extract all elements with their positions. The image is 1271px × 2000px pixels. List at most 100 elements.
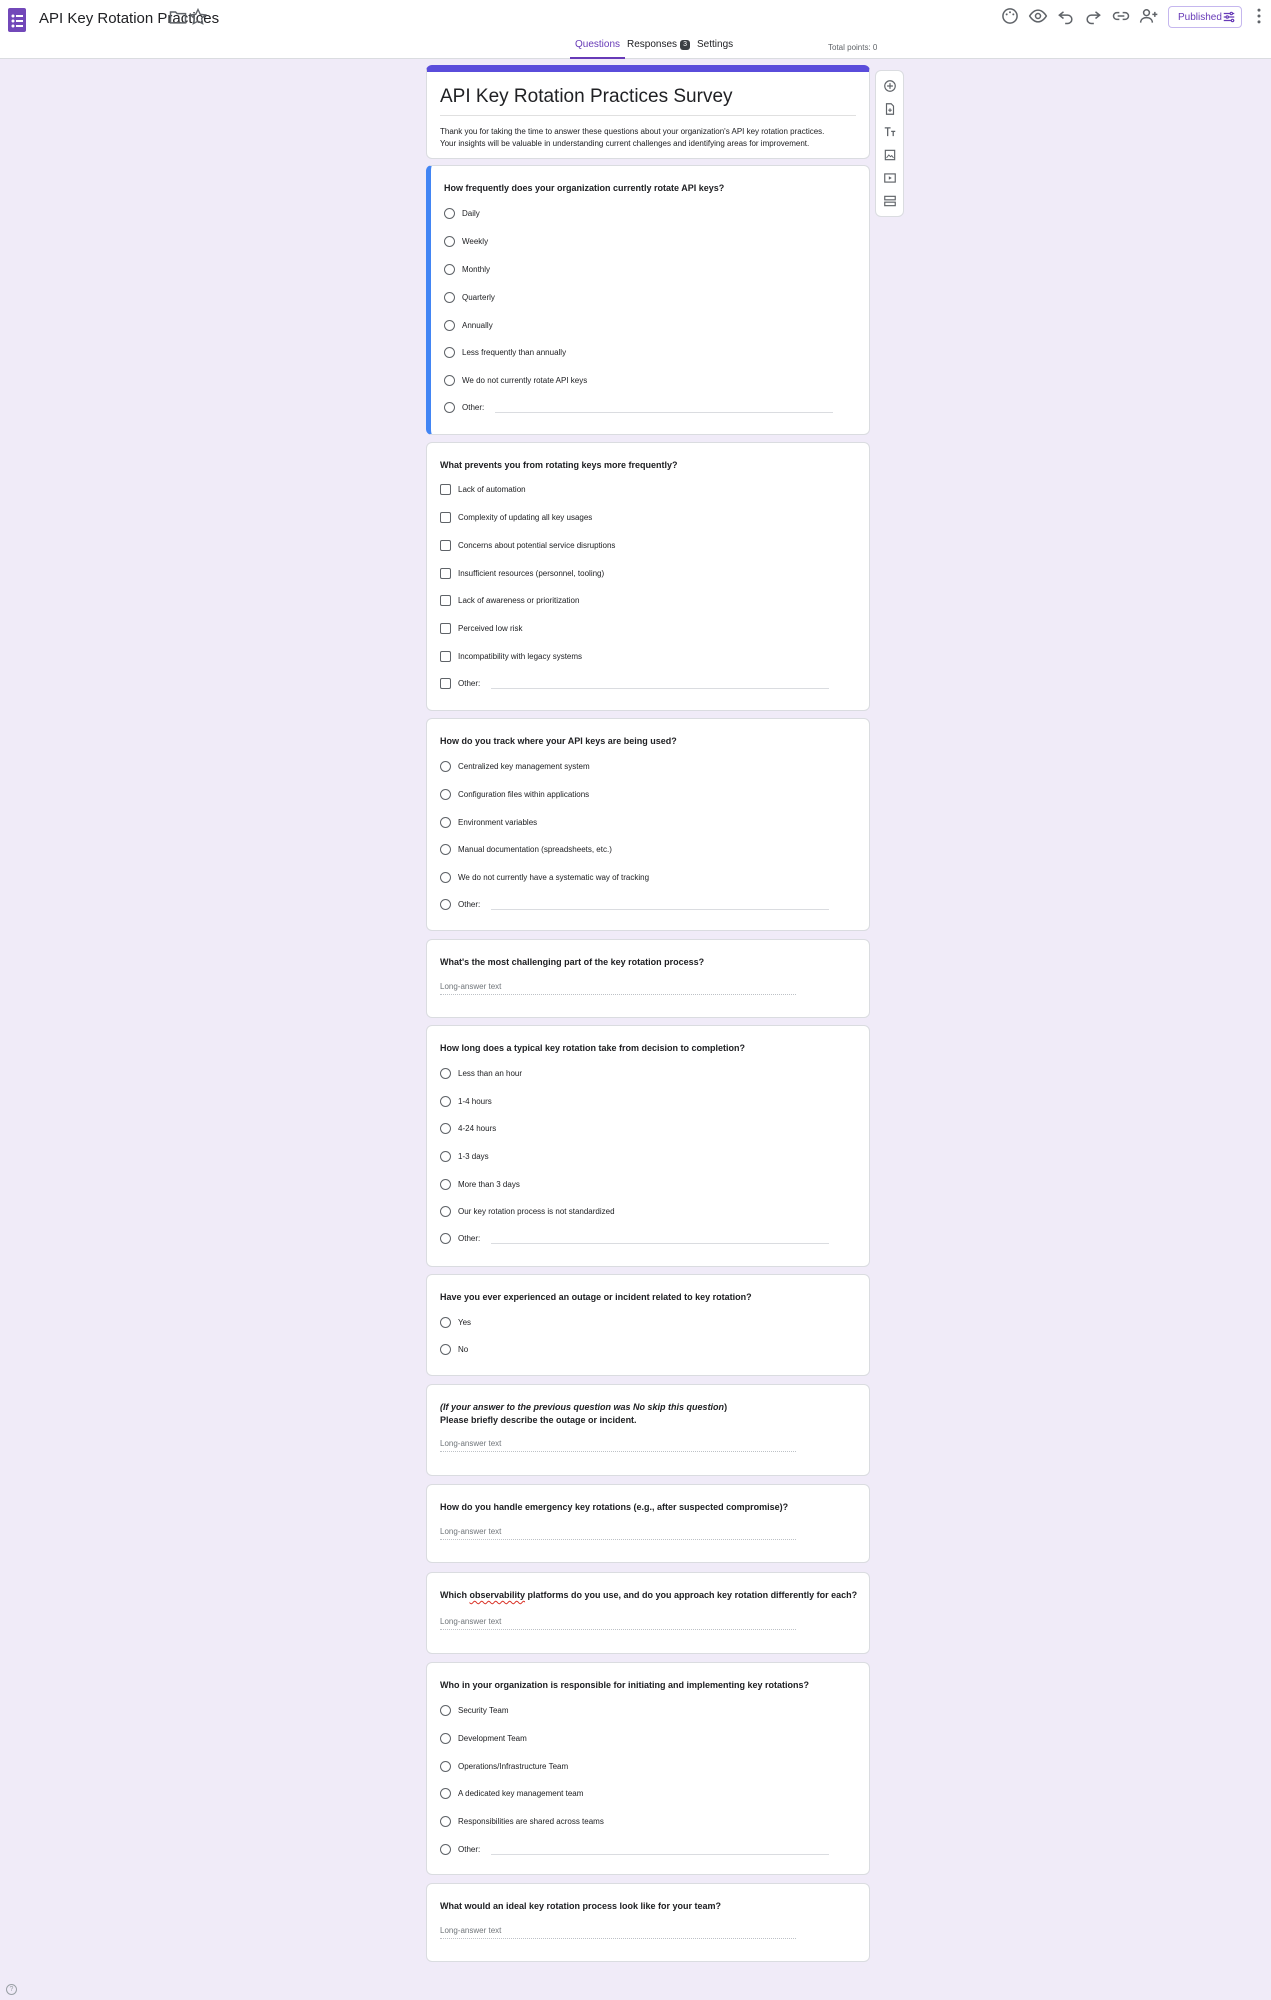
checkbox-option-other[interactable]: Other: — [440, 676, 480, 690]
other-input[interactable] — [491, 688, 829, 689]
checkbox[interactable] — [440, 622, 451, 634]
question-card-rotation-duration[interactable]: How long does a typical key rotation tak… — [426, 1025, 870, 1267]
add-section-icon[interactable] — [883, 194, 897, 208]
radio-button[interactable] — [440, 1815, 451, 1827]
long-answer-placeholder[interactable]: Long-answer text — [440, 1926, 501, 1935]
radio-option[interactable]: No — [440, 1342, 468, 1356]
radio-button[interactable] — [440, 1122, 451, 1134]
checkbox-option[interactable]: Complexity of updating all key usages — [440, 510, 592, 524]
radio-option[interactable]: Centralized key management system — [440, 759, 590, 773]
radio-button[interactable] — [440, 1095, 451, 1107]
checkbox[interactable] — [440, 511, 451, 523]
checkbox-option[interactable]: Insufficient resources (personnel, tooli… — [440, 566, 604, 580]
other-input[interactable] — [491, 1243, 829, 1244]
checkbox-option[interactable]: Perceived low risk — [440, 621, 522, 635]
checkbox[interactable] — [440, 567, 451, 579]
undo-icon[interactable] — [1054, 4, 1078, 28]
radio-option[interactable]: Daily — [444, 206, 480, 220]
radio-button[interactable] — [440, 898, 451, 910]
checkbox[interactable] — [440, 539, 451, 551]
checkbox[interactable] — [440, 594, 451, 606]
radio-option[interactable]: Environment variables — [440, 815, 537, 829]
redo-icon[interactable] — [1081, 4, 1105, 28]
add-title-icon[interactable] — [883, 125, 897, 139]
radio-option[interactable]: More than 3 days — [440, 1177, 520, 1191]
question-card-outage-experience[interactable]: Have you ever experienced an outage or i… — [426, 1274, 870, 1376]
radio-button[interactable] — [440, 1787, 451, 1799]
checkbox[interactable] — [440, 483, 451, 495]
radio-option[interactable]: Less frequently than annually — [444, 345, 566, 359]
question-card-responsibility[interactable]: Who in your organization is responsible … — [426, 1662, 870, 1875]
radio-option[interactable]: Manual documentation (spreadsheets, etc.… — [440, 842, 612, 856]
radio-button[interactable] — [440, 843, 451, 855]
form-title-card[interactable]: API Key Rotation Practices Survey Thank … — [426, 65, 870, 159]
form-title[interactable]: API Key Rotation Practices Survey — [440, 86, 733, 108]
radio-button[interactable] — [444, 235, 455, 247]
radio-option[interactable]: We do not currently have a systematic wa… — [440, 870, 649, 884]
radio-option[interactable]: A dedicated key management team — [440, 1786, 583, 1800]
checkbox-option[interactable]: Lack of automation — [440, 482, 526, 496]
radio-button[interactable] — [440, 1150, 451, 1162]
forms-logo-icon[interactable] — [8, 8, 26, 32]
long-answer-placeholder[interactable]: Long-answer text — [440, 1617, 501, 1626]
radio-option[interactable]: We do not currently rotate API keys — [444, 373, 587, 387]
long-answer-placeholder[interactable]: Long-answer text — [440, 1439, 501, 1448]
radio-option[interactable]: Our key rotation process is not standard… — [440, 1204, 615, 1218]
question-card-key-tracking[interactable]: How do you track where your API keys are… — [426, 718, 870, 931]
radio-option[interactable]: Configuration files within applications — [440, 787, 589, 801]
long-answer-placeholder[interactable]: Long-answer text — [440, 1527, 501, 1536]
radio-button[interactable] — [444, 291, 455, 303]
question-card-challenging-part[interactable]: What's the most challenging part of the … — [426, 939, 870, 1018]
question-card-outage-description[interactable]: (If your answer to the previous question… — [426, 1384, 870, 1476]
checkbox[interactable] — [440, 677, 451, 689]
radio-option-other[interactable]: Other: — [440, 897, 480, 911]
other-input[interactable] — [491, 1854, 829, 1855]
radio-option[interactable]: Less than an hour — [440, 1066, 522, 1080]
radio-button[interactable] — [440, 1732, 451, 1744]
add-image-icon[interactable] — [883, 148, 897, 162]
more-vert-icon[interactable] — [1249, 4, 1269, 28]
question-card-ideal-process[interactable]: What would an ideal key rotation process… — [426, 1883, 870, 1962]
radio-button[interactable] — [440, 1178, 451, 1190]
long-answer-placeholder[interactable]: Long-answer text — [440, 982, 501, 991]
radio-button[interactable] — [444, 346, 455, 358]
star-icon[interactable] — [186, 5, 210, 29]
question-card-rotation-frequency[interactable]: How frequently does your organization cu… — [426, 165, 870, 435]
checkbox-option[interactable]: Incompatibility with legacy systems — [440, 649, 582, 663]
tab-settings[interactable]: Settings — [697, 39, 733, 59]
radio-option[interactable]: Operations/Infrastructure Team — [440, 1759, 568, 1773]
radio-option[interactable]: Responsibilities are shared across teams — [440, 1814, 604, 1828]
other-input[interactable] — [491, 909, 829, 910]
radio-option[interactable]: Monthly — [444, 262, 490, 276]
add-video-icon[interactable] — [883, 171, 897, 185]
question-card-emergency-rotation[interactable]: How do you handle emergency key rotation… — [426, 1484, 870, 1563]
radio-option[interactable]: 1-4 hours — [440, 1094, 492, 1108]
tab-responses[interactable]: Responses 3 — [627, 39, 691, 59]
question-card-observability-platforms[interactable]: Which observability platforms do you use… — [426, 1572, 870, 1654]
radio-button[interactable] — [440, 816, 451, 828]
checkbox-option[interactable]: Lack of awareness or prioritization — [440, 593, 579, 607]
form-description[interactable]: Thank you for taking the time to answer … — [440, 126, 860, 150]
radio-option[interactable]: 4-24 hours — [440, 1121, 496, 1135]
preview-icon[interactable] — [1026, 4, 1050, 28]
radio-button[interactable] — [440, 1205, 451, 1217]
radio-button[interactable] — [440, 1067, 451, 1079]
radio-option[interactable]: Quarterly — [444, 290, 495, 304]
radio-button[interactable] — [440, 760, 451, 772]
radio-button[interactable] — [440, 1343, 451, 1355]
radio-button[interactable] — [444, 319, 455, 331]
radio-button[interactable] — [444, 401, 455, 413]
radio-button[interactable] — [440, 1704, 451, 1716]
radio-option-other[interactable]: Other: — [440, 1231, 480, 1245]
import-questions-icon[interactable] — [883, 102, 897, 116]
tab-questions[interactable]: Questions — [570, 39, 626, 59]
radio-option[interactable]: Yes — [440, 1315, 471, 1329]
radio-button[interactable] — [440, 1232, 451, 1244]
radio-option[interactable]: Annually — [444, 318, 493, 332]
checkbox-option[interactable]: Concerns about potential service disrupt… — [440, 538, 615, 552]
radio-option-other[interactable]: Other: — [440, 1842, 480, 1856]
link-icon[interactable] — [1109, 4, 1133, 28]
help-icon[interactable]: ? — [6, 1984, 17, 1995]
radio-button[interactable] — [440, 1843, 451, 1855]
palette-icon[interactable] — [998, 4, 1022, 28]
